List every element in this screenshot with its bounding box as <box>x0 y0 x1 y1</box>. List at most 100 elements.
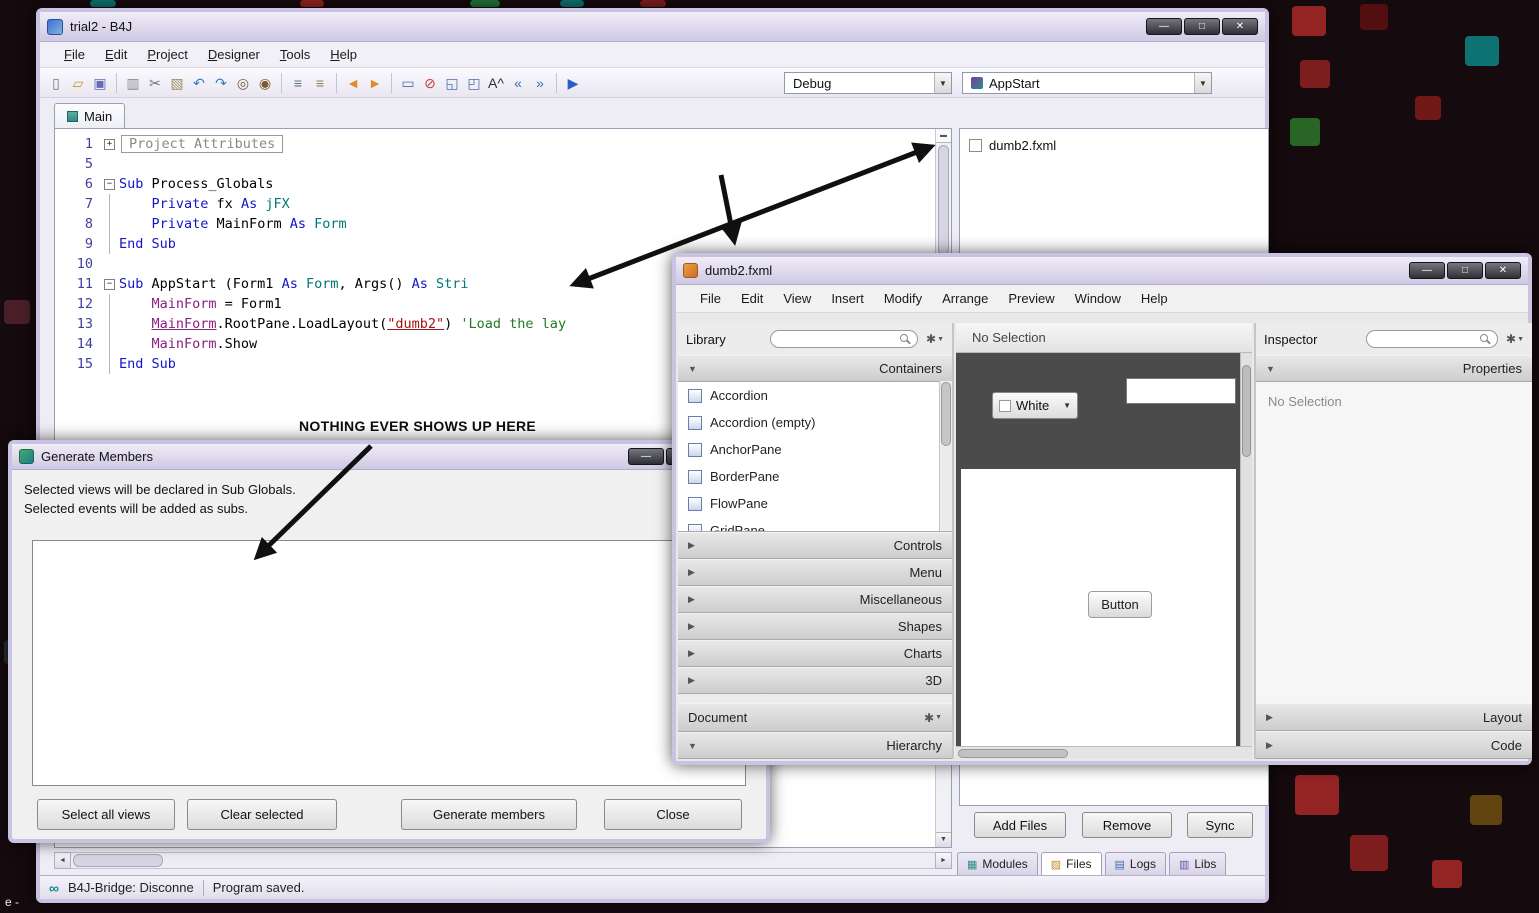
menu-file[interactable]: File <box>54 44 95 65</box>
desktop-icon[interactable] <box>1300 60 1330 88</box>
close-button[interactable]: ✕ <box>1222 18 1258 35</box>
designer-menu-edit[interactable]: Edit <box>731 288 773 309</box>
background-color-select[interactable]: White ▼ <box>992 392 1078 419</box>
library-item-accordion[interactable]: Accordion <box>678 382 939 409</box>
designer-menu-file[interactable]: File <box>690 288 731 309</box>
form-textfield[interactable] <box>1126 378 1236 404</box>
module-navigation-select[interactable]: AppStart ▼ <box>962 72 1212 94</box>
menu-tools[interactable]: Tools <box>270 44 320 65</box>
comment-icon[interactable]: ≡ <box>288 73 308 93</box>
maximize-button[interactable]: □ <box>1184 18 1220 35</box>
bridge-reconnect-icon[interactable]: ◰ <box>464 73 484 93</box>
desktop-icon[interactable] <box>1432 860 1462 888</box>
library-section-controls[interactable]: ▶ Controls <box>678 532 952 559</box>
document-settings-button[interactable]: ✱ ▼ <box>924 711 942 725</box>
inspector-section-code[interactable]: ▶ Code <box>1256 731 1532 759</box>
library-section-containers[interactable]: ▼ Containers <box>678 355 952 382</box>
scrollbar-thumb[interactable] <box>73 854 163 867</box>
tab-main[interactable]: Main <box>54 103 126 128</box>
desktop-icon[interactable] <box>640 0 666 7</box>
desktop-icon[interactable] <box>1350 835 1388 871</box>
desktop-icon[interactable] <box>470 0 500 7</box>
scroll-right-icon[interactable]: ► <box>935 852 952 869</box>
scrollbar-thumb[interactable] <box>938 145 949 255</box>
file-checkbox[interactable] <box>969 139 982 152</box>
dialog-titlebar[interactable]: Generate Members — □ ✕ <box>12 444 766 470</box>
designer-menu-window[interactable]: Window <box>1065 288 1131 309</box>
close-button[interactable]: Close <box>604 799 742 830</box>
remove-button[interactable]: Remove <box>1082 812 1172 838</box>
fold-marker-icon[interactable]: + <box>104 138 115 150</box>
save-icon[interactable]: ▣ <box>90 73 110 93</box>
menu-help[interactable]: Help <box>320 44 367 65</box>
sync-button[interactable]: Sync <box>1187 812 1253 838</box>
library-section-3d[interactable]: ▶ 3D <box>678 667 952 694</box>
tab-logs[interactable]: ▤ Logs <box>1104 852 1166 876</box>
select-all-views-button[interactable]: Select all views <box>37 799 175 830</box>
desktop-icon[interactable] <box>4 300 30 324</box>
inspector-search-input[interactable] <box>1366 330 1498 348</box>
splitter-collapse-icon[interactable]: ▬ <box>936 129 951 143</box>
library-item-gridpane[interactable]: GridPane <box>678 517 939 531</box>
document-section[interactable]: Document ✱ ▼ <box>678 703 952 732</box>
desktop-icon[interactable] <box>1292 6 1326 36</box>
canvas-horizontal-scrollbar[interactable] <box>956 746 1252 759</box>
desktop-icon[interactable] <box>300 0 324 7</box>
file-item-dumb2[interactable]: dumb2.fxml <box>960 129 1268 153</box>
scrollbar-thumb[interactable] <box>941 382 951 446</box>
library-section-menu[interactable]: ▶ Menu <box>678 559 952 586</box>
desktop-icon[interactable] <box>1465 36 1499 66</box>
chevron-down-icon[interactable]: ▼ <box>1194 73 1211 93</box>
format-icon[interactable]: ≡ <box>310 73 330 93</box>
menu-designer[interactable]: Designer <box>198 44 270 65</box>
add-files-button[interactable]: Add Files <box>974 812 1066 838</box>
indent-icon[interactable]: » <box>530 73 550 93</box>
scroll-down-icon[interactable]: ▼ <box>936 832 951 847</box>
library-item-flowpane[interactable]: FlowPane <box>678 490 939 517</box>
library-section-miscellaneous[interactable]: ▶ Miscellaneous <box>678 586 952 613</box>
library-item-anchorpane[interactable]: AnchorPane <box>678 436 939 463</box>
fold-marker-icon[interactable]: − <box>104 178 115 190</box>
forward-icon[interactable]: ► <box>365 73 385 93</box>
menu-project[interactable]: Project <box>137 44 197 65</box>
canvas-vertical-scrollbar[interactable] <box>1240 353 1252 746</box>
designer-menu-modify[interactable]: Modify <box>874 288 932 309</box>
designer-menu-insert[interactable]: Insert <box>821 288 874 309</box>
library-item-accordion[interactable]: Accordion (empty) <box>678 409 939 436</box>
menu-edit[interactable]: Edit <box>95 44 137 65</box>
maximize-button[interactable]: □ <box>1447 262 1483 279</box>
tab-modules[interactable]: ▦ Modules <box>957 852 1038 876</box>
main-titlebar[interactable]: trial2 - B4J — □ ✕ <box>40 12 1265 42</box>
copy-icon[interactable]: ▥ <box>123 73 143 93</box>
library-section-charts[interactable]: ▶ Charts <box>678 640 952 667</box>
clear-selected-button[interactable]: Clear selected <box>187 799 337 830</box>
designer-titlebar[interactable]: dumb2.fxml — □ ✕ <box>676 257 1528 285</box>
minimize-button[interactable]: — <box>1146 18 1182 35</box>
back-icon[interactable]: ◄ <box>343 73 363 93</box>
generate-members-button[interactable]: Generate members <box>401 799 577 830</box>
hierarchy-section[interactable]: ▼ Hierarchy <box>678 732 952 759</box>
library-section-shapes[interactable]: ▶ Shapes <box>678 613 952 640</box>
scrollbar-thumb[interactable] <box>958 749 1068 758</box>
editor-horizontal-scrollbar[interactable]: ◄ ► <box>54 852 952 869</box>
tab-files[interactable]: ▨ Files <box>1040 852 1102 876</box>
run-icon[interactable]: ▶ <box>563 73 583 93</box>
bridge-icon[interactable]: ◱ <box>442 73 462 93</box>
inspector-section-properties[interactable]: ▼ Properties <box>1256 355 1532 382</box>
paste-icon[interactable]: ▧ <box>167 73 187 93</box>
scrollbar-track[interactable] <box>71 852 935 869</box>
chevron-down-icon[interactable]: ▼ <box>934 73 951 93</box>
fold-marker-icon[interactable]: − <box>104 278 115 290</box>
desktop-icon[interactable] <box>1415 96 1441 120</box>
minimize-button[interactable]: — <box>1409 262 1445 279</box>
outdent-icon[interactable]: « <box>508 73 528 93</box>
search-all-icon[interactable]: ◉ <box>255 73 275 93</box>
build-configuration-select[interactable]: Debug ▼ <box>784 72 952 94</box>
designer-menu-help[interactable]: Help <box>1131 288 1178 309</box>
desktop-icon[interactable] <box>1360 4 1388 30</box>
scrollbar-thumb[interactable] <box>1242 365 1251 457</box>
desktop-icon[interactable] <box>560 0 584 7</box>
new-file-icon[interactable]: ▯ <box>46 73 66 93</box>
inspector-section-layout[interactable]: ▶ Layout <box>1256 703 1532 731</box>
library-item-borderpane[interactable]: BorderPane <box>678 463 939 490</box>
